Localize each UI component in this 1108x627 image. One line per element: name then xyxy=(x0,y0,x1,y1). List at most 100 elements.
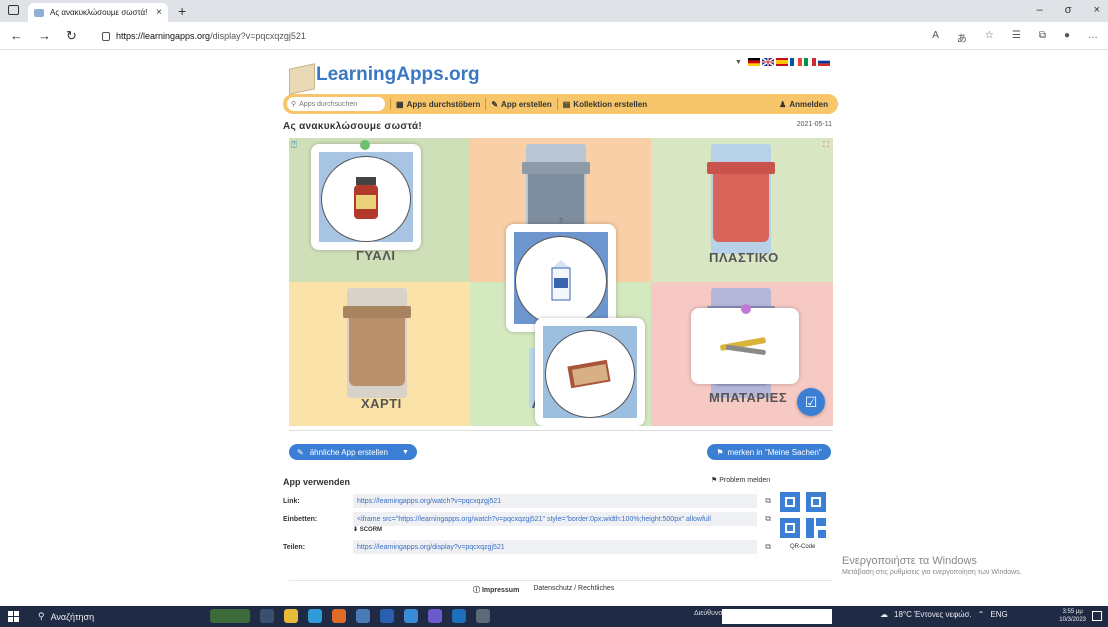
taskbar-clock[interactable]: 3:55 μμ 10/3/2023 xyxy=(1059,608,1086,624)
tab-close-icon[interactable]: × xyxy=(156,7,162,18)
address-toolbar-input[interactable] xyxy=(722,609,832,624)
tab-favicon-icon xyxy=(34,8,44,17)
merken-button[interactable]: ⚑ merken in "Meine Sachen" xyxy=(707,444,831,460)
qr-code-label: QR-Code xyxy=(790,544,816,550)
app-icon[interactable] xyxy=(476,609,490,623)
url-field[interactable]: https://learningapps.org/display?v=pqcxq… xyxy=(96,26,916,46)
chevron-up-icon[interactable]: ⌃ xyxy=(978,610,985,619)
milk-carton-image xyxy=(515,236,607,326)
mail-icon[interactable] xyxy=(404,609,418,623)
bin-image-paper xyxy=(343,288,411,398)
task-view-icon[interactable] xyxy=(260,609,274,623)
watermark-title: Ενεργοποιήστε τα Windows xyxy=(842,555,977,567)
user-icon: ♟ xyxy=(779,99,787,109)
scorm-link[interactable]: ⬇ SCORM xyxy=(353,526,382,533)
system-tray: ☁ 18°C Έντονες νεφώσ. ⌃ ENG xyxy=(880,610,1008,619)
menu-browse-apps[interactable]: ▦ Apps durchstöbern xyxy=(396,100,480,109)
taskbar-search[interactable]: ⚲ Αναζήτηση xyxy=(38,609,188,624)
maximize-button[interactable]: σ xyxy=(1065,4,1072,16)
word-icon[interactable] xyxy=(380,609,394,623)
outlook-icon[interactable] xyxy=(452,609,466,623)
app-title: Ας ανακυκλώσουμε σωστά! xyxy=(283,121,423,132)
minimize-button[interactable]: – xyxy=(1037,4,1043,16)
language-indicator[interactable]: ENG xyxy=(990,610,1007,619)
language-selector[interactable]: ▼ xyxy=(735,58,830,66)
copy-icon[interactable]: ⧉ xyxy=(757,496,771,506)
merken-label: merken in "Meine Sachen" xyxy=(727,447,822,457)
flag-de-icon[interactable] xyxy=(747,58,760,66)
refresh-icon[interactable]: ↻ xyxy=(66,28,77,44)
app-date: 2021-05-11 xyxy=(796,121,832,128)
browser-tab[interactable]: Ας ανακυκλώσουμε σωστά! × xyxy=(28,3,168,22)
flag-es-icon[interactable] xyxy=(775,58,788,66)
sorting-game-area: ⍰ ⛶ ΠΛΑΣΤΙΚΟ ΧΑΡΤΙ ΜΠΑΤΑΡΙΕΣ Λ xyxy=(289,138,833,426)
impressum-link[interactable]: ⓘ Impressum xyxy=(473,585,519,595)
weather-text[interactable]: 18°C Έντονες νεφώσ. xyxy=(894,610,972,619)
windows-taskbar: ⚲ Αναζήτηση Διεύθυνση ☁ 18°C Έντονες νεφ… xyxy=(0,606,1108,627)
similar-app-button[interactable]: ✎ ähnliche App erstellen ▼ xyxy=(289,444,417,460)
weather-icon[interactable]: ☁ xyxy=(880,610,888,619)
file-explorer-icon[interactable] xyxy=(284,609,298,623)
batteries-pin-icon xyxy=(741,304,751,314)
app-icon[interactable] xyxy=(428,609,442,623)
link-field[interactable]: https://learningapps.org/watch?v=pqcxqzg… xyxy=(353,494,757,508)
copy-icon[interactable]: ⧉ xyxy=(757,514,771,524)
card-batteries[interactable] xyxy=(691,308,799,384)
label-plastic: ΠΛΑΣΤΙΚΟ xyxy=(709,250,779,265)
translate-icon[interactable]: あ xyxy=(957,30,967,45)
app-search-input[interactable]: ⚲ Apps durchsuchen xyxy=(287,97,385,111)
edit-icon: ✎ xyxy=(297,447,304,457)
batteries-image xyxy=(705,314,785,378)
card-glass-jar[interactable] xyxy=(311,144,421,250)
collections-icon[interactable]: ⧉ xyxy=(1039,30,1046,45)
label-paper: ΧΑΡΤΙ xyxy=(361,396,402,411)
help-icon[interactable]: ⍰ xyxy=(291,140,297,151)
label-glass: ΓΥΑΛΙ xyxy=(356,248,396,263)
lock-icon xyxy=(102,31,110,41)
report-problem-link[interactable]: ⚑ Problem melden xyxy=(711,476,770,484)
back-icon[interactable]: ← xyxy=(10,28,23,43)
read-aloud-icon[interactable]: A xyxy=(932,30,939,45)
window-menu-icon[interactable] xyxy=(8,5,19,15)
flag-icon: ⚑ xyxy=(711,477,718,484)
copy-icon[interactable]: ⧉ xyxy=(757,542,771,552)
flag-uk-icon[interactable] xyxy=(761,58,774,66)
favorite-star-icon[interactable]: ☆ xyxy=(985,30,994,45)
embed-row: Einbetten: <iframe src="https://learning… xyxy=(283,512,773,526)
flag-fr-icon[interactable] xyxy=(789,58,802,66)
favorites-icon[interactable]: ☰ xyxy=(1012,30,1021,45)
address-bar: ← → ↻ https://learningapps.org/display?v… xyxy=(0,22,1108,50)
embed-label: Einbetten: xyxy=(283,515,318,523)
privacy-link[interactable]: Datenschutz / Rechtliches xyxy=(533,585,614,595)
card-pin-icon xyxy=(360,140,370,150)
embed-field[interactable]: <iframe src="https://learningapps.org/wa… xyxy=(353,512,757,526)
new-tab-button[interactable]: + xyxy=(178,3,186,19)
login-link[interactable]: ♟ Anmelden xyxy=(779,100,828,109)
check-answer-button[interactable]: ☑ xyxy=(797,388,825,416)
more-icon[interactable]: … xyxy=(1088,30,1098,45)
firefox-icon[interactable] xyxy=(332,609,346,623)
link-label: Link: xyxy=(283,497,300,505)
qr-code-icon[interactable] xyxy=(780,492,826,538)
menu-create-app[interactable]: ✎ App erstellen xyxy=(491,100,551,109)
profile-icon[interactable]: ● xyxy=(1064,30,1070,45)
menu-create-collection[interactable]: ▤ Kollektion erstellen xyxy=(563,100,647,109)
fullscreen-icon[interactable]: ⛶ xyxy=(823,140,829,150)
card-books[interactable] xyxy=(535,318,645,426)
bookmark-icon: ⚑ xyxy=(716,447,724,457)
chevron-down-icon[interactable]: ▼ xyxy=(402,449,409,456)
taskbar-image-icon[interactable] xyxy=(210,609,250,623)
close-window-button[interactable]: × xyxy=(1094,4,1100,16)
browser-tab-bar: Ας ανακυκλώσουμε σωστά! × + – σ × xyxy=(0,0,1108,22)
label-batteries: ΜΠΑΤΑΡΙΕΣ xyxy=(709,390,788,405)
start-button[interactable] xyxy=(8,611,19,622)
share-field[interactable]: https://learningapps.org/display?v=pqcxq… xyxy=(353,540,757,554)
flag-ru-icon[interactable] xyxy=(817,58,830,66)
site-logo[interactable]: LearningApps.org xyxy=(283,52,483,95)
edge-icon[interactable] xyxy=(308,609,322,623)
flag-it-icon[interactable] xyxy=(803,58,816,66)
app-icon[interactable] xyxy=(356,609,370,623)
card-milk-carton[interactable] xyxy=(506,224,616,332)
forward-icon[interactable]: → xyxy=(38,28,51,43)
notifications-icon[interactable] xyxy=(1092,611,1102,621)
